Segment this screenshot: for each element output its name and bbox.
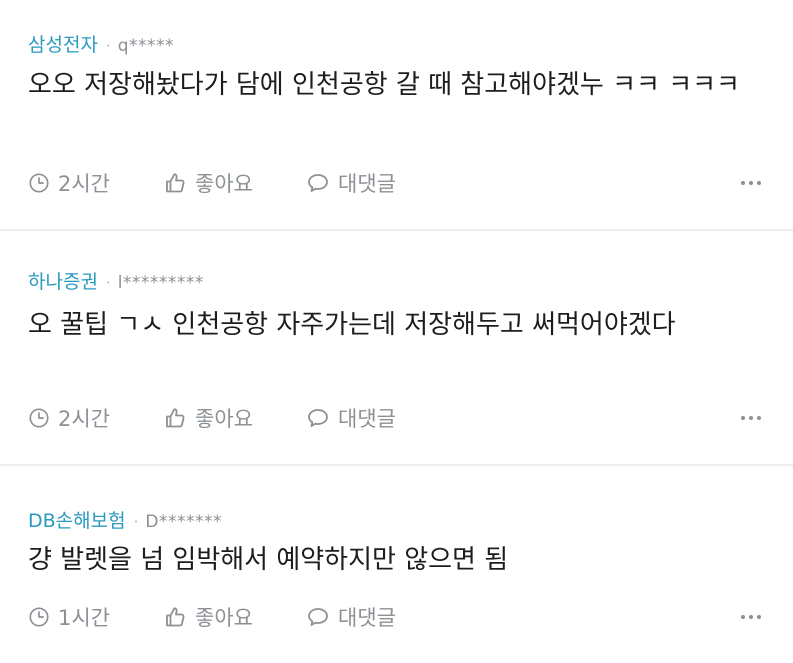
dot bbox=[757, 615, 761, 619]
comment-text: 오 꿀팁 ㄱㅅ 인천공항 자주가는데 저장해두고 써먹어야겠다 bbox=[28, 310, 676, 340]
reply-label: 대댓글 bbox=[338, 172, 396, 196]
comment-meta: 삼성전자 · q***** bbox=[28, 30, 174, 57]
dot bbox=[741, 416, 745, 420]
comment-item: 삼성전자 · q***** 오오 저장해놨다가 담에 인천공항 갈 때 참고해야… bbox=[0, 0, 793, 229]
time-label: 1시간 bbox=[58, 606, 111, 630]
speech-bubble-icon bbox=[306, 171, 330, 195]
dot bbox=[749, 615, 753, 619]
dot bbox=[757, 416, 761, 420]
reply-button[interactable]: 대댓글 bbox=[306, 168, 456, 198]
more-options-icon[interactable] bbox=[737, 177, 765, 189]
speech-bubble-icon bbox=[306, 605, 330, 629]
comment-text: 걍 발렛을 넘 임박해서 예약하지만 않으면 됨 bbox=[28, 545, 509, 575]
time-label: 2시간 bbox=[58, 407, 111, 431]
comment-time: 2시간 bbox=[28, 403, 163, 433]
reply-label: 대댓글 bbox=[338, 407, 396, 431]
thumbs-up-icon bbox=[163, 406, 187, 430]
comment-time: 1시간 bbox=[28, 602, 163, 632]
comment-actions: 2시간 좋아요 대댓글 bbox=[28, 403, 765, 433]
company-name[interactable]: 삼성전자 bbox=[28, 30, 98, 57]
reply-label: 대댓글 bbox=[338, 606, 396, 630]
comment-actions: 1시간 좋아요 대댓글 bbox=[28, 602, 765, 632]
comment-item: 하나증권 · l********* 오 꿀팁 ㄱㅅ 인천공항 자주가는데 저장해… bbox=[0, 231, 793, 464]
user-id: D******* bbox=[145, 512, 222, 532]
meta-separator: · bbox=[105, 274, 111, 292]
more-options-icon[interactable] bbox=[737, 611, 765, 623]
user-id: l********* bbox=[117, 273, 204, 293]
clock-icon bbox=[28, 407, 50, 429]
clock-icon bbox=[28, 606, 50, 628]
more-options-icon[interactable] bbox=[737, 412, 765, 424]
comment-meta: 하나증권 · l********* bbox=[28, 267, 204, 294]
reply-button[interactable]: 대댓글 bbox=[306, 602, 456, 632]
time-label: 2시간 bbox=[58, 172, 111, 196]
user-id: q***** bbox=[117, 36, 174, 56]
like-button[interactable]: 좋아요 bbox=[163, 168, 306, 198]
clock-icon bbox=[28, 172, 50, 194]
dot bbox=[741, 181, 745, 185]
dot bbox=[749, 416, 753, 420]
dot bbox=[757, 181, 761, 185]
dot bbox=[741, 615, 745, 619]
like-label: 좋아요 bbox=[195, 606, 253, 630]
like-button[interactable]: 좋아요 bbox=[163, 602, 306, 632]
thumbs-up-icon bbox=[163, 171, 187, 195]
dot bbox=[749, 181, 753, 185]
company-name[interactable]: 하나증권 bbox=[28, 267, 98, 294]
company-name[interactable]: DB손해보험 bbox=[28, 506, 126, 533]
speech-bubble-icon bbox=[306, 406, 330, 430]
like-label: 좋아요 bbox=[195, 407, 253, 431]
comment-actions: 2시간 좋아요 대댓글 bbox=[28, 168, 765, 198]
reply-button[interactable]: 대댓글 bbox=[306, 403, 456, 433]
comment-time: 2시간 bbox=[28, 168, 163, 198]
thumbs-up-icon bbox=[163, 605, 187, 629]
like-button[interactable]: 좋아요 bbox=[163, 403, 306, 433]
meta-separator: · bbox=[133, 513, 139, 531]
comment-item: DB손해보험 · D******* 걍 발렛을 넘 임박해서 예약하지만 않으면… bbox=[0, 466, 793, 663]
comment-meta: DB손해보험 · D******* bbox=[28, 506, 222, 533]
like-label: 좋아요 bbox=[195, 172, 253, 196]
comment-text: 오오 저장해놨다가 담에 인천공항 갈 때 참고해야겠누 ㅋㅋ ㅋㅋㅋ bbox=[28, 70, 740, 100]
meta-separator: · bbox=[105, 37, 111, 55]
